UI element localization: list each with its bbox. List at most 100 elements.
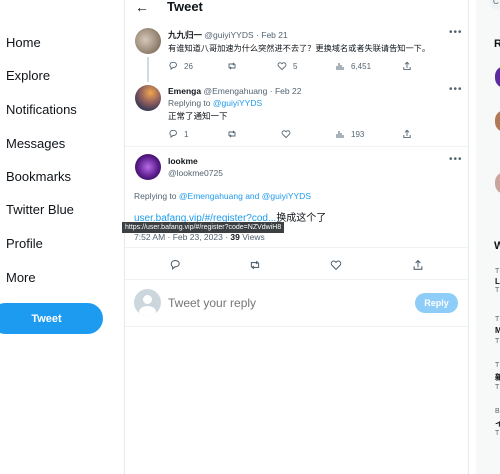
mention-link[interactable]: @guiyiYYDS bbox=[213, 98, 262, 108]
nav-profile[interactable]: Profile bbox=[6, 236, 43, 251]
trend-snippet[interactable]: T bbox=[495, 384, 499, 391]
trend-snippet[interactable]: T bbox=[495, 316, 499, 323]
author-name[interactable]: Emenga bbox=[168, 86, 201, 96]
like-action[interactable] bbox=[281, 129, 291, 139]
more-options-icon[interactable]: ••• bbox=[449, 27, 463, 38]
avatar[interactable] bbox=[135, 28, 161, 54]
right-sidebar: C R W T L T T M T T 新 T B イ T bbox=[476, 0, 500, 474]
thread-connector bbox=[147, 57, 149, 82]
trend-snippet[interactable]: L bbox=[495, 277, 500, 286]
author-name[interactable]: lookme bbox=[168, 156, 198, 166]
twitter-page: Home Explore Notifications Messages Book… bbox=[0, 0, 500, 474]
share-icon bbox=[413, 259, 423, 270]
share-icon bbox=[403, 129, 411, 139]
nav-notifications[interactable]: Notifications bbox=[6, 102, 77, 117]
view-count: 6,451 bbox=[351, 61, 372, 71]
retweet-icon bbox=[250, 260, 260, 270]
tweet-date[interactable]: Feb 21 bbox=[261, 30, 287, 40]
views-chart-icon bbox=[336, 131, 344, 138]
views-chart-icon bbox=[336, 63, 344, 70]
tweet-thread: ← Tweet 九九归一 @guiyiYYDS · Feb 21 ••• 有谁知… bbox=[125, 0, 468, 474]
author-name[interactable]: 九九归一 bbox=[168, 30, 202, 40]
trend-snippet[interactable]: M bbox=[495, 326, 500, 335]
author-handle[interactable]: @lookme0725 bbox=[168, 168, 223, 178]
nav-bookmarks[interactable]: Bookmarks bbox=[6, 169, 71, 184]
trend-snippet[interactable]: T bbox=[495, 430, 499, 437]
share-icon bbox=[403, 61, 411, 71]
separator: · bbox=[269, 86, 273, 96]
retweet-icon bbox=[228, 62, 236, 70]
trend-snippet[interactable]: T bbox=[495, 268, 499, 275]
nav-home[interactable]: Home bbox=[6, 35, 41, 50]
trend-snippet[interactable]: T bbox=[495, 362, 499, 369]
like-action[interactable]: 5 bbox=[277, 61, 297, 71]
tweet-text: 正常了通知一下 bbox=[168, 111, 228, 121]
link-tooltip: https://user.bafang.vip/#/register?code=… bbox=[122, 222, 285, 233]
trend-snippet[interactable]: T bbox=[495, 338, 499, 345]
like-count: 5 bbox=[293, 61, 298, 71]
retweet-action[interactable] bbox=[227, 129, 237, 139]
card-title: W bbox=[494, 240, 500, 252]
nav-more[interactable]: More bbox=[6, 270, 36, 285]
views-action[interactable]: 6,451 bbox=[335, 61, 371, 71]
avatar[interactable] bbox=[135, 154, 161, 180]
reply-action[interactable] bbox=[169, 259, 181, 271]
reply-icon bbox=[169, 129, 177, 139]
divider bbox=[125, 279, 468, 280]
tweet-timestamp[interactable]: 7:52 AM · Feb 23, 2023 · bbox=[134, 232, 228, 242]
heart-icon bbox=[330, 260, 342, 271]
reply-count: 26 bbox=[184, 61, 193, 71]
card-title: R bbox=[494, 38, 500, 50]
whats-happening-card bbox=[488, 230, 500, 474]
retweet-action[interactable] bbox=[249, 259, 261, 271]
trend-snippet[interactable]: 新 bbox=[495, 372, 500, 383]
tweet-date[interactable]: Feb 22 bbox=[275, 86, 301, 96]
nav-twitter-blue[interactable]: Twitter Blue bbox=[6, 202, 74, 217]
reply-action[interactable]: 26 bbox=[168, 61, 193, 71]
views-count: 39 bbox=[230, 232, 240, 242]
trend-snippet[interactable]: イ bbox=[495, 418, 500, 429]
author-handle[interactable]: @guiyiYYDS bbox=[204, 30, 253, 40]
tweet-button[interactable]: Tweet bbox=[0, 303, 103, 334]
search-box[interactable]: C bbox=[490, 0, 500, 10]
more-options-icon[interactable]: ••• bbox=[449, 84, 463, 95]
share-action[interactable] bbox=[402, 61, 412, 71]
replying-label: Replying to bbox=[134, 191, 177, 201]
retweet-icon bbox=[228, 130, 236, 138]
divider bbox=[125, 247, 468, 248]
divider bbox=[468, 0, 469, 474]
views-label: Views bbox=[242, 232, 265, 242]
view-count: 193 bbox=[351, 129, 365, 139]
views-action[interactable]: 193 bbox=[335, 129, 364, 139]
share-action[interactable] bbox=[412, 259, 424, 271]
divider bbox=[125, 326, 468, 327]
thread-header: ← Tweet bbox=[125, 0, 468, 16]
reply-icon bbox=[169, 61, 177, 71]
heart-icon bbox=[281, 130, 291, 139]
retweet-action[interactable] bbox=[227, 61, 237, 71]
separator: · bbox=[256, 30, 259, 40]
left-navigation: Home Explore Notifications Messages Book… bbox=[0, 0, 124, 474]
nav-explore[interactable]: Explore bbox=[6, 68, 50, 83]
divider bbox=[125, 146, 468, 147]
reply-icon bbox=[170, 260, 180, 271]
reply-input[interactable] bbox=[168, 294, 398, 312]
reply-action[interactable]: 1 bbox=[168, 129, 188, 139]
reply-count: 1 bbox=[184, 129, 189, 139]
author-handle[interactable]: @Emengahuang bbox=[203, 86, 267, 96]
replying-label: Replying to bbox=[168, 98, 211, 108]
back-arrow-icon[interactable]: ← bbox=[135, 0, 149, 14]
tweet-text: 有谁知道八哥加速为什么突然进不去了？更换域名或者失联请告知一下。 bbox=[168, 44, 431, 53]
trend-snippet[interactable]: T bbox=[495, 287, 499, 294]
trend-snippet[interactable]: B bbox=[495, 408, 500, 415]
page-title: Tweet bbox=[167, 0, 203, 14]
heart-icon bbox=[277, 62, 287, 71]
nav-messages[interactable]: Messages bbox=[6, 136, 65, 151]
default-avatar-icon[interactable] bbox=[134, 289, 161, 316]
mention-link[interactable]: @Emengahuang and @guiyiYYDS bbox=[179, 191, 311, 201]
reply-button[interactable]: Reply bbox=[415, 293, 458, 313]
like-action[interactable] bbox=[330, 259, 342, 271]
avatar[interactable] bbox=[135, 85, 161, 111]
more-options-icon[interactable]: ••• bbox=[449, 154, 463, 165]
share-action[interactable] bbox=[402, 129, 412, 139]
